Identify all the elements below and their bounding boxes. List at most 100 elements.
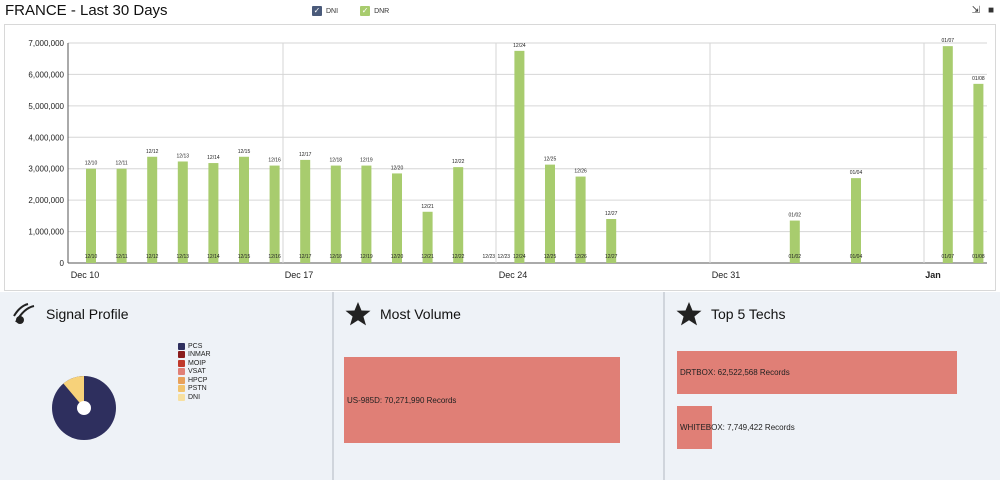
panel-title: Signal Profile [46, 306, 129, 322]
data-bar [361, 165, 372, 263]
bar-chart: 0 1,000,000 2,000,000 3,000,000 4,000,000 5,0… [28, 38, 987, 280]
data-bar [239, 156, 249, 263]
data-bar [514, 50, 525, 263]
bar-value-label: 12/14 [207, 155, 220, 161]
bar-base-label: 12/13 [177, 254, 190, 260]
bar-base-label: 12/14 [207, 254, 220, 260]
bar-value-label: 01/07 [942, 38, 955, 44]
legend-item-dnr[interactable]: ✓ DNR [360, 6, 389, 16]
stop-icon[interactable]: ■ [988, 6, 994, 16]
data-bar [575, 176, 586, 263]
bar-value-label: 12/18 [330, 158, 343, 164]
bar-value-label: 12/20 [391, 165, 404, 171]
bar-value-label: 01/08 [972, 76, 985, 82]
bar-label: US-985D: 70,271,990 Records [347, 395, 457, 405]
bar-value-label: 12/11 [116, 161, 128, 167]
y-tick-label: 0 [60, 259, 65, 268]
legend-item-pstn[interactable]: PSTN [178, 385, 211, 394]
y-tick-label: 6,000,000 [28, 70, 64, 79]
bar-base-label: 12/12 [146, 254, 159, 260]
bar-base-label: 12/22 [452, 254, 465, 260]
bar-value-label: 12/25 [544, 157, 557, 163]
star-icon [345, 302, 371, 326]
bar-base-label: 12/27 [605, 254, 618, 260]
x-tick-label: Dec 17 [285, 270, 314, 280]
y-tick-label: 5,000,000 [28, 102, 64, 111]
x-tick-label: Jan [925, 270, 941, 280]
data-bar [116, 168, 127, 263]
bar-base-label: 12/21 [421, 254, 434, 260]
checkbox-icon[interactable]: ✓ [360, 6, 371, 16]
panel-title: Top 5 Techs [711, 306, 786, 322]
legend-item-pcs[interactable]: PCS [178, 342, 211, 351]
bar-value-label: 01/04 [850, 170, 863, 176]
export-icon[interactable]: ⇲ [972, 6, 980, 16]
data-bar [300, 159, 311, 263]
data-bar [269, 165, 280, 263]
legend-label: DNI [326, 7, 339, 15]
bar-base-label: 12/11 [116, 254, 128, 260]
tech-bar-whitebox[interactable]: WHITEBOX: 7,749,422 Records [677, 406, 795, 449]
bar-value-label: 12/10 [85, 161, 98, 167]
bar-label: WHITEBOX: 7,749,422 Records [680, 423, 795, 432]
bar-base-label: 12/24 [513, 254, 526, 260]
bar-base-label: 01/02 [789, 254, 802, 260]
x-tick-label: Dec 10 [71, 270, 100, 280]
data-bar [330, 165, 341, 263]
bar-base-label: 01/04 [850, 254, 863, 260]
bar-value-label: 12/21 [421, 204, 434, 210]
bar-base-label: 12/25 [544, 254, 557, 260]
data-bar [973, 83, 984, 263]
most-volume-panel: Most Volume US-985D: 70,271,990 Records [332, 292, 665, 480]
pie-hole [77, 401, 91, 415]
legend-item-inmar[interactable]: INMAR [178, 351, 211, 360]
data-bar [208, 163, 219, 263]
x-tick-label: Dec 24 [499, 270, 528, 280]
top-techs-panel: Top 5 Techs DRTBOX: 62,522,568 Records W… [663, 292, 1000, 480]
y-tick-label: 4,000,000 [28, 133, 64, 142]
tech-bar-drtbox[interactable]: DRTBOX: 62,522,568 Records [677, 351, 957, 394]
bar-base-label: 12/23 [483, 254, 496, 260]
y-tick-label: 2,000,000 [28, 196, 64, 205]
legend-item-hpcp[interactable]: HPCP [178, 376, 211, 385]
data-bar [392, 173, 402, 263]
bar-base-label: 12/23 [498, 254, 511, 260]
data-bar [177, 161, 188, 263]
bar-value-label: 12/27 [605, 211, 618, 217]
bar-base-label: 12/20 [391, 254, 404, 260]
bar-value-label: 12/15 [238, 149, 251, 155]
legend-item-dni[interactable]: DNI [178, 393, 211, 402]
volume-bar[interactable]: US-985D: 70,271,990 Records [344, 357, 620, 443]
signal-legend: PCS INMAR MOIP VSAT HPCP PSTN DNI [178, 342, 211, 402]
data-bar [147, 156, 158, 263]
data-bar [545, 164, 555, 263]
bar-value-label: 12/19 [360, 158, 373, 164]
chart-legend: ✓ DNI ✓ DNR [312, 6, 389, 16]
x-tick-label: Dec 31 [712, 270, 741, 280]
checkbox-icon[interactable]: ✓ [312, 6, 322, 16]
bar-value-label: 12/24 [513, 43, 526, 49]
signal-profile-panel: Signal Profile PCS INMAR MOIP VSAT HPCP … [0, 292, 332, 480]
satellite-icon [13, 303, 35, 324]
bar-label: DRTBOX: 62,522,568 Records [680, 368, 790, 377]
y-tick-label: 1,000,000 [28, 228, 64, 237]
bar-base-label: 01/07 [942, 254, 955, 260]
bar-base-label: 12/18 [330, 254, 343, 260]
bar-value-label: 12/13 [177, 153, 190, 159]
bar-base-label: 12/10 [85, 254, 98, 260]
bar-value-label: 12/22 [452, 159, 465, 165]
legend-item-moip[interactable]: MOIP [178, 359, 211, 368]
legend-item-dni[interactable]: ✓ DNI [312, 6, 338, 16]
header-bar: FRANCE - Last 30 Days ✓ DNI ✓ DNR ⇲ ■ [0, 0, 1000, 24]
bar-base-label: 12/15 [238, 254, 251, 260]
pie-chart [52, 376, 116, 440]
bar-base-label: 12/19 [360, 254, 373, 260]
bar-base-label: 01/08 [972, 254, 985, 260]
panel-title: Most Volume [380, 306, 461, 322]
bottom-panels: Signal Profile PCS INMAR MOIP VSAT HPCP … [0, 292, 1000, 480]
bar-value-label: 12/26 [574, 169, 587, 175]
legend-label: DNR [374, 7, 390, 15]
legend-item-vsat[interactable]: VSAT [178, 368, 211, 377]
bar-value-label: 12/17 [299, 152, 312, 158]
star-icon [676, 302, 702, 326]
